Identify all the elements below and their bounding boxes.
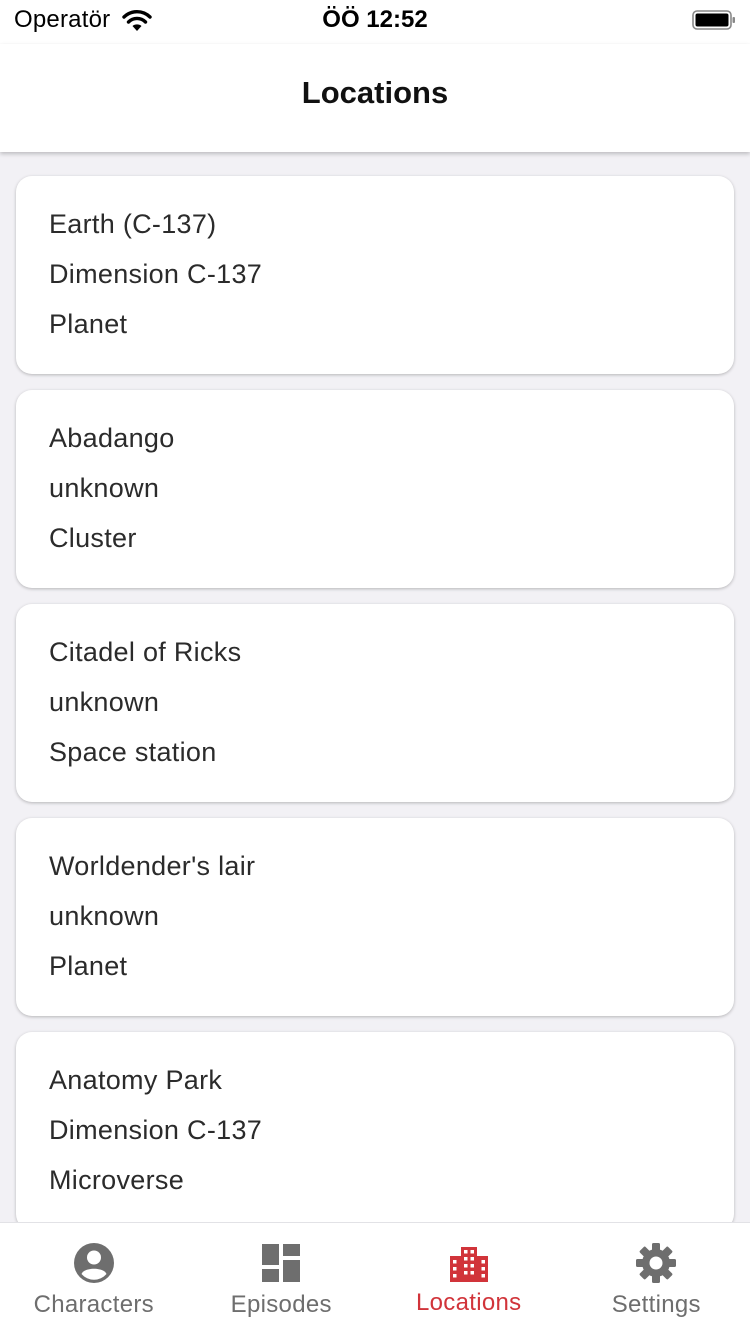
location-type: Planet bbox=[49, 299, 734, 349]
tab-label: Settings bbox=[612, 1291, 701, 1319]
location-name: Earth (C-137) bbox=[49, 199, 734, 249]
location-card[interactable]: Earth (C-137) Dimension C-137 Planet bbox=[16, 176, 734, 374]
person-icon bbox=[72, 1241, 116, 1285]
location-type: Cluster bbox=[49, 513, 734, 563]
location-card[interactable]: Worldender's lair unknown Planet bbox=[16, 818, 734, 1016]
location-name: Worldender's lair bbox=[49, 841, 734, 891]
location-dimension: unknown bbox=[49, 891, 734, 941]
tab-settings[interactable]: Settings bbox=[563, 1223, 750, 1335]
tab-label: Locations bbox=[416, 1289, 521, 1317]
location-dimension: unknown bbox=[49, 463, 734, 513]
tab-label: Characters bbox=[34, 1291, 154, 1319]
status-bar: Operatör ÖÖ 12:52 bbox=[0, 0, 750, 44]
tab-locations[interactable]: Locations bbox=[375, 1223, 563, 1335]
dashboard-icon bbox=[259, 1241, 303, 1285]
location-dimension: Dimension C-137 bbox=[49, 249, 734, 299]
page-title: Locations bbox=[302, 75, 448, 111]
tab-label: Episodes bbox=[231, 1291, 332, 1319]
location-dimension: Dimension C-137 bbox=[49, 1105, 734, 1155]
location-name: Abadango bbox=[49, 413, 734, 463]
location-name: Citadel of Ricks bbox=[49, 627, 734, 677]
building-icon bbox=[447, 1241, 491, 1285]
tab-episodes[interactable]: Episodes bbox=[188, 1223, 376, 1335]
location-card[interactable]: Citadel of Ricks unknown Space station bbox=[16, 604, 734, 802]
location-card[interactable]: Abadango unknown Cluster bbox=[16, 390, 734, 588]
navigation-bar: Locations bbox=[0, 44, 750, 152]
location-type: Space station bbox=[49, 727, 734, 777]
tab-bar: Characters Episodes Locations bbox=[0, 1222, 750, 1335]
status-time: ÖÖ 12:52 bbox=[0, 6, 750, 34]
gear-icon bbox=[634, 1241, 678, 1285]
location-card[interactable]: Anatomy Park Dimension C-137 Microverse bbox=[16, 1032, 734, 1222]
location-type: Planet bbox=[49, 941, 734, 991]
location-name: Anatomy Park bbox=[49, 1055, 734, 1105]
tab-characters[interactable]: Characters bbox=[0, 1223, 188, 1335]
location-dimension: unknown bbox=[49, 677, 734, 727]
locations-list[interactable]: Earth (C-137) Dimension C-137 Planet Aba… bbox=[0, 152, 750, 1222]
battery-icon bbox=[692, 10, 736, 30]
location-type: Microverse bbox=[49, 1155, 734, 1205]
